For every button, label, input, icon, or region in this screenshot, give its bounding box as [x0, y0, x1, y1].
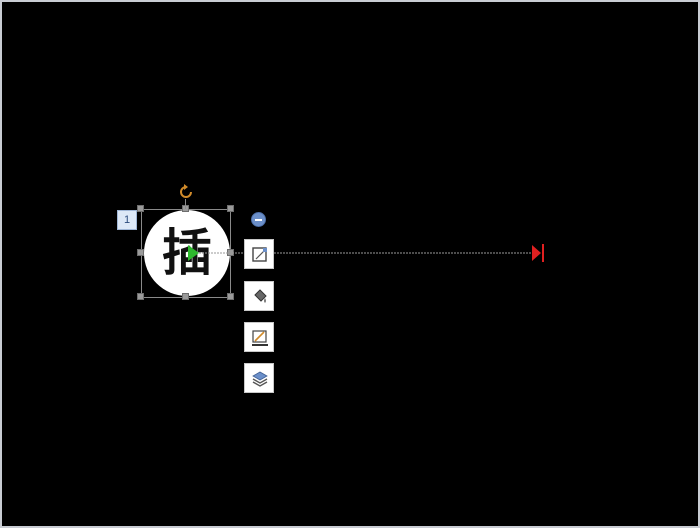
arrange-button[interactable]: [244, 363, 274, 393]
fill-button[interactable]: [244, 281, 274, 311]
layers-icon: [252, 371, 268, 387]
resize-handle-bottom-right[interactable]: [227, 293, 234, 300]
resize-handle-right[interactable]: [227, 249, 234, 256]
resize-handle-left[interactable]: [137, 249, 144, 256]
slide-canvas[interactable]: [2, 2, 698, 526]
resize-handle-bottom-left[interactable]: [137, 293, 144, 300]
rotate-stem: [185, 199, 186, 209]
resize-handle-top-right[interactable]: [227, 205, 234, 212]
outline-pen-icon: [252, 330, 268, 346]
fill-bucket-icon: [254, 289, 267, 303]
shape-style-icon: [252, 247, 267, 262]
resize-handle-top-left[interactable]: [137, 205, 144, 212]
selection-box: [141, 209, 231, 298]
outline-button[interactable]: [244, 322, 274, 352]
shape-style-button[interactable]: [244, 239, 274, 269]
animation-order-badge[interactable]: 1: [117, 210, 137, 230]
rotate-icon[interactable]: [178, 184, 194, 200]
minus-icon[interactable]: [251, 212, 266, 227]
resize-handle-bottom[interactable]: [182, 293, 189, 300]
